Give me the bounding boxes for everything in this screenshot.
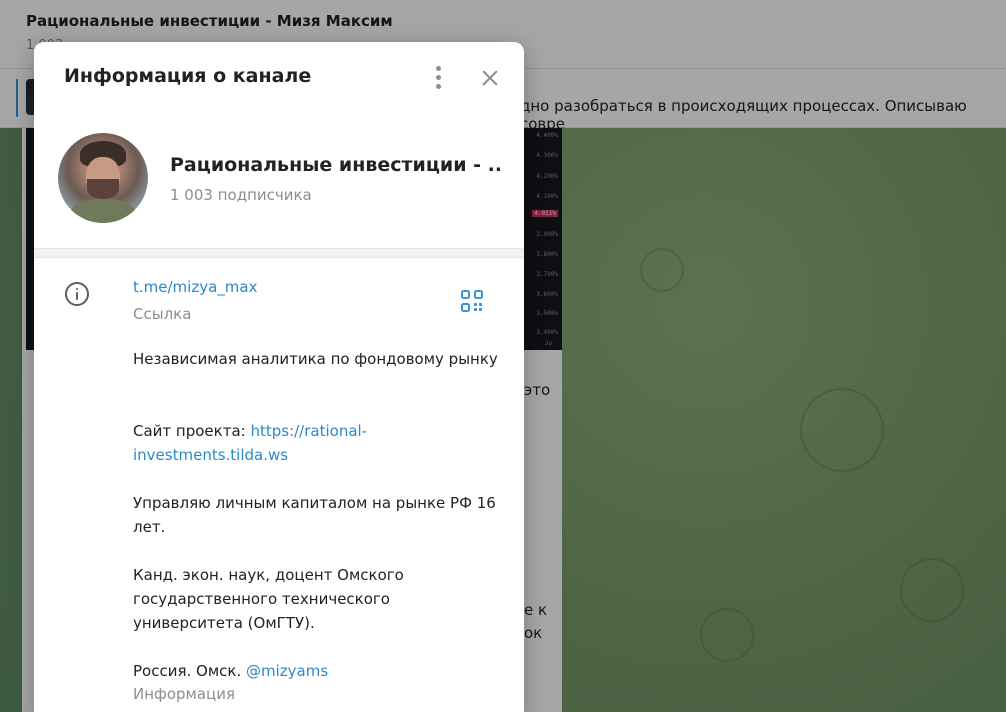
more-vertical-icon[interactable] xyxy=(430,64,448,92)
telegram-app: Рациональные инвестиции - Мизя Максим 1 … xyxy=(0,0,1006,712)
description-site: Сайт проекта: https://rational-investmen… xyxy=(133,419,503,467)
link-caption: Ссылка xyxy=(133,305,192,323)
description-paragraph: Канд. экон. наук, доцент Омского государ… xyxy=(133,566,404,632)
dialog-title: Информация о канале xyxy=(64,65,312,87)
subscriber-count: 1 003 подписчика xyxy=(170,186,312,204)
description-paragraph: Независимая аналитика по фондовому рынку xyxy=(133,350,498,368)
close-icon[interactable] xyxy=(475,63,505,93)
channel-name: Рациональные инвестиции - ... xyxy=(170,154,500,176)
info-caption: Информация xyxy=(133,685,236,703)
channel-info-dialog: Информация о канале Рациональные инвести… xyxy=(34,42,524,712)
section-divider xyxy=(34,248,524,258)
channel-profile: Рациональные инвестиции - ... 1 003 подп… xyxy=(34,112,524,248)
dialog-header: Информация о канале xyxy=(34,42,524,112)
description-location: Россия. Омск. @mizyams xyxy=(133,659,503,683)
description-paragraph: Управляю личным капиталом на рынке РФ 16… xyxy=(133,494,496,536)
author-handle-link[interactable]: @mizyams xyxy=(246,662,328,680)
channel-avatar[interactable] xyxy=(58,133,148,223)
info-icon xyxy=(65,282,89,306)
qr-code-icon[interactable] xyxy=(461,290,483,312)
location-text: Россия. Омск. xyxy=(133,662,246,680)
channel-link[interactable]: t.me/mizya_max xyxy=(133,278,257,296)
site-label: Сайт проекта: xyxy=(133,422,251,440)
